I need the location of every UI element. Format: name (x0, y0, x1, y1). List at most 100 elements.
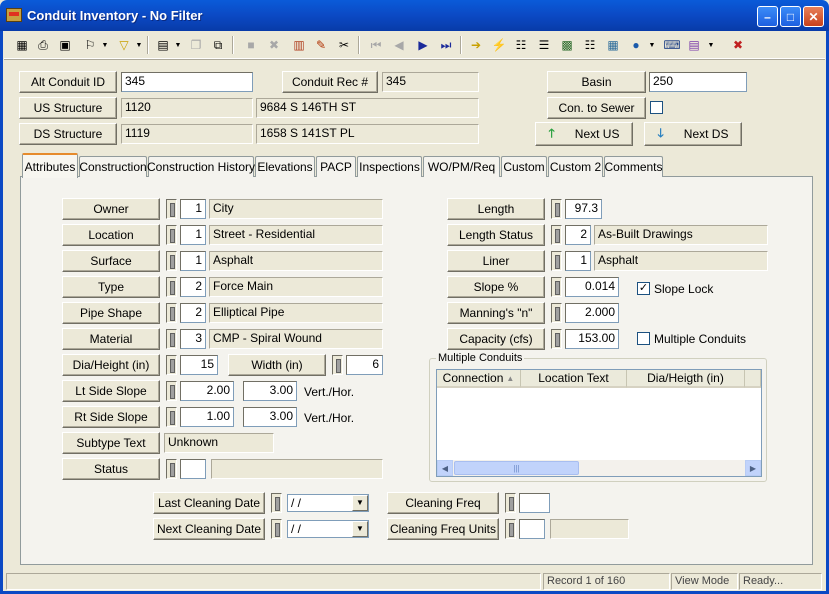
length-lookup[interactable] (551, 199, 562, 219)
column-header-dia-height[interactable]: Dia/Heigth (in) (627, 370, 745, 388)
next-cleaning-date-picker[interactable]: / / ▼ (287, 520, 369, 538)
chevron-down-icon[interactable]: ▼ (352, 495, 368, 511)
globe-dropdown-icon[interactable]: ▼ (648, 35, 656, 55)
print-icon[interactable]: ⎙ (33, 35, 53, 55)
tab-custom[interactable]: Custom (501, 156, 547, 177)
owner-button[interactable]: Owner (62, 198, 160, 220)
alt-conduit-id-button[interactable]: Alt Conduit ID (19, 71, 117, 93)
subtype-text-button[interactable]: Subtype Text (62, 432, 160, 454)
owner-lookup[interactable] (166, 199, 177, 219)
copy-record-icon[interactable]: ❐ (186, 35, 206, 55)
lt-side-slope-button[interactable]: Lt Side Slope (62, 380, 160, 402)
cleaning-freq-units-button[interactable]: Cleaning Freq Units (387, 518, 499, 540)
close-button[interactable]: ✕ (803, 6, 824, 27)
location-button[interactable]: Location (62, 224, 160, 246)
first-record-icon[interactable]: ⏮ (366, 35, 386, 55)
dia-height-field[interactable]: 15 (180, 355, 218, 375)
column-header-connection[interactable]: Connection ▲ (437, 370, 521, 388)
cut-icon[interactable]: ✂ (334, 35, 354, 55)
next-record-icon[interactable]: ▶ (413, 35, 433, 55)
tab-construction[interactable]: Construction (79, 156, 147, 177)
next-us-button[interactable]: 🡑 Next US (535, 122, 633, 146)
alt-conduit-id-field[interactable]: 345 (121, 72, 253, 92)
capacity-lookup[interactable] (551, 329, 562, 349)
prev-record-icon[interactable]: ◀ (389, 35, 409, 55)
slope-lookup[interactable] (551, 277, 562, 297)
delete-icon[interactable]: ✖ (264, 35, 284, 55)
capacity-field[interactable]: 153.00 (565, 329, 619, 349)
tab-construction-history[interactable]: Construction History (147, 156, 255, 177)
material-lookup[interactable] (166, 329, 177, 349)
lt-side-slope-lookup[interactable] (166, 381, 177, 401)
lt-side-slope-hor[interactable]: 3.00 (243, 381, 297, 401)
pipe-shape-button[interactable]: Pipe Shape (62, 302, 160, 324)
material-code[interactable]: 3 (180, 329, 206, 349)
tab-custom-2[interactable]: Custom 2 (548, 156, 603, 177)
dia-height-button[interactable]: Dia/Height (in) (62, 354, 160, 376)
network-icon[interactable]: ☷ (511, 35, 531, 55)
conduit-rec-button[interactable]: Conduit Rec # (282, 71, 378, 93)
cleaning-freq-button[interactable]: Cleaning Freq (387, 492, 499, 514)
last-cleaning-date-picker[interactable]: / / ▼ (287, 494, 369, 512)
goto-arrow-icon[interactable]: ➔ (466, 35, 486, 55)
multiple-conduits-list[interactable]: Connection ▲ Location Text Dia/Heigth (i… (436, 369, 762, 477)
manual-dropdown-icon[interactable]: ▼ (707, 35, 715, 55)
app-icon[interactable] (6, 8, 22, 22)
tab-attributes[interactable]: Attributes (22, 153, 78, 178)
slope-lock-checkbox[interactable]: ✓ (637, 282, 650, 295)
next-ds-button[interactable]: 🡓 Next DS (644, 122, 742, 146)
report-dropdown-icon[interactable]: ▼ (174, 35, 182, 55)
keyboard-icon[interactable]: ⌨ (662, 35, 682, 55)
minimize-button[interactable]: – (757, 6, 778, 27)
tab-pacp[interactable]: PACP (316, 156, 356, 177)
duplicate-icon[interactable]: ⧉ (208, 35, 228, 55)
column-header-location-text[interactable]: Location Text (521, 370, 627, 388)
dia-height-lookup[interactable] (166, 355, 177, 375)
tab-inspections[interactable]: Inspections (357, 156, 422, 177)
status-button[interactable]: Status (62, 458, 160, 480)
last-record-icon[interactable]: ⏭ (436, 35, 456, 55)
maximize-button[interactable]: □ (780, 6, 801, 27)
rt-side-slope-vert[interactable]: 1.00 (180, 407, 234, 427)
rt-side-slope-lookup[interactable] (166, 407, 177, 427)
filter-icon[interactable]: ▽ (114, 35, 134, 55)
find-dropdown-icon[interactable]: ▼ (101, 35, 109, 55)
owner-code[interactable]: 1 (180, 199, 206, 219)
multiple-conduits-checkbox[interactable] (637, 332, 650, 345)
last-cleaning-date-button[interactable]: Last Cleaning Date (153, 492, 265, 514)
rt-side-slope-hor[interactable]: 3.00 (243, 407, 297, 427)
length-status-code[interactable]: 2 (565, 225, 591, 245)
slope-field[interactable]: 0.014 (565, 277, 619, 297)
cleaning-freq-field[interactable] (519, 493, 550, 513)
length-status-button[interactable]: Length Status (447, 224, 545, 246)
mannings-lookup[interactable] (551, 303, 562, 323)
liner-code[interactable]: 1 (565, 251, 591, 271)
status-code[interactable] (180, 459, 206, 479)
report-icon[interactable]: ▤ (153, 35, 173, 55)
type-lookup[interactable] (166, 277, 177, 297)
length-status-lookup[interactable] (551, 225, 562, 245)
capacity-button[interactable]: Capacity (cfs) (447, 328, 545, 350)
type-code[interactable]: 2 (180, 277, 206, 297)
tab-wo-pm-req[interactable]: WO/PM/Req (423, 156, 500, 177)
cleaning-freq-lookup[interactable] (505, 493, 516, 513)
width-lookup[interactable] (332, 355, 343, 375)
mannings-button[interactable]: Manning's "n" (447, 302, 545, 324)
mannings-field[interactable]: 2.000 (565, 303, 619, 323)
length-field[interactable]: 97.3 (565, 199, 602, 219)
basin-button[interactable]: Basin (547, 71, 646, 93)
con-to-sewer-button[interactable]: Con. to Sewer (547, 97, 646, 119)
last-cleaning-lookup[interactable] (271, 493, 282, 513)
cleaning-freq-units-code[interactable] (519, 519, 545, 539)
exit-icon[interactable]: ✖ (728, 35, 748, 55)
grid-view-icon[interactable]: ▦ (12, 35, 32, 55)
length-button[interactable]: Length (447, 198, 545, 220)
map-icon[interactable]: ▩ (557, 35, 577, 55)
liner-button[interactable]: Liner (447, 250, 545, 272)
width-field[interactable]: 6 (346, 355, 383, 375)
rt-side-slope-button[interactable]: Rt Side Slope (62, 406, 160, 428)
next-cleaning-lookup[interactable] (271, 519, 282, 539)
cleaning-freq-units-lookup[interactable] (505, 519, 516, 539)
scroll-left-icon[interactable]: ◀ (437, 460, 453, 476)
find-icon[interactable]: ⚐ (80, 35, 100, 55)
